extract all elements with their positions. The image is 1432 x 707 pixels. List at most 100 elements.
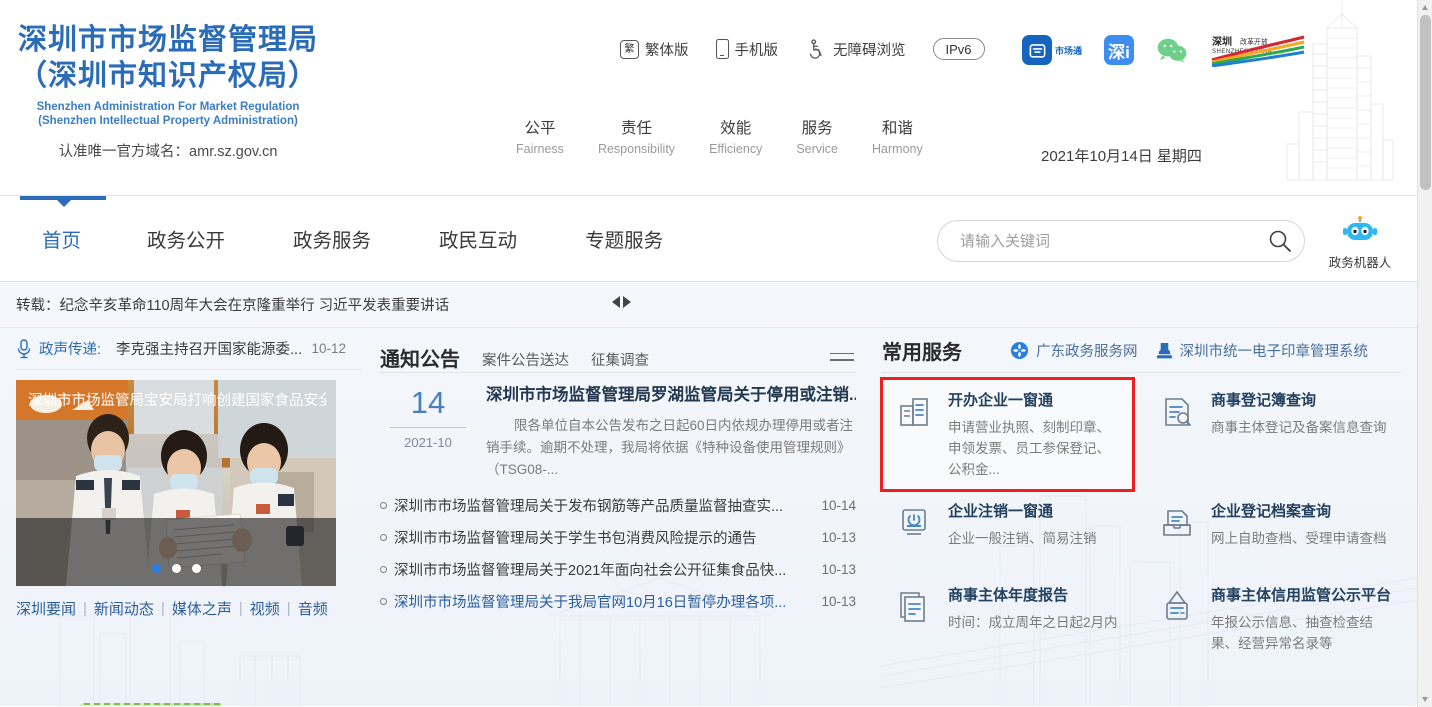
bullet-icon xyxy=(380,566,387,573)
wechat-icon[interactable] xyxy=(1156,37,1188,63)
bullet-icon xyxy=(380,502,387,509)
notice-divider xyxy=(380,372,856,373)
photo-caption-text[interactable]: 深圳市市场监管局宝安局打响创建国家食品安全示范... xyxy=(28,389,326,410)
subnav-sep: | xyxy=(287,600,291,617)
mobile-version-link[interactable]: 手机版 xyxy=(716,39,779,60)
service-card-archive-query[interactable]: 企业登记档案查询 网上自助查档、受理申请查档 xyxy=(1145,490,1401,574)
search-button[interactable] xyxy=(1256,221,1304,261)
traditional-chinese-label: 繁体版 xyxy=(645,39,689,60)
nav-item-government-services[interactable]: 政务服务 xyxy=(259,224,405,253)
ipv6-badge[interactable]: IPv6 xyxy=(933,38,985,60)
voice-tag-label: 政声传递: xyxy=(39,338,101,359)
microphone-icon xyxy=(16,339,32,359)
voice-transmission-row[interactable]: 政声传递: 李克强主持召开国家能源委... 10-12 xyxy=(16,328,362,370)
news-subnav: 深圳要闻 | 新闻动态 | 媒体之声 | 视频 | 音频 xyxy=(16,598,362,619)
building-icon xyxy=(896,391,934,480)
link-eseal-system[interactable]: 深圳市统一电子印章管理系统 xyxy=(1156,340,1369,361)
list-item[interactable]: 深圳市市场监督管理局关于学生书包消费风险提示的通告 10-13 xyxy=(380,521,856,553)
scroll-thumb[interactable] xyxy=(1420,15,1431,190)
value-en: Efficiency xyxy=(709,140,762,158)
ticker-arrows[interactable] xyxy=(612,296,631,308)
nav-item-government-disclosure[interactable]: 政务公开 xyxy=(113,224,259,253)
value-en: Harmony xyxy=(872,140,923,158)
link-eseal-label: 深圳市统一电子印章管理系统 xyxy=(1180,340,1369,361)
notice-item-title[interactable]: 深圳市市场监督管理局关于2021年面向社会公开征集食品快... xyxy=(394,559,811,580)
nav-item-list: 首页 政务公开 政务服务 政民互动 专题服务 xyxy=(22,224,697,253)
traditional-chinese-link[interactable]: 繁 繁体版 xyxy=(620,39,689,60)
nav-item-public-interaction[interactable]: 政民互动 xyxy=(405,224,551,253)
notice-more-button[interactable] xyxy=(830,353,854,366)
service-card-credit-platform[interactable]: 商事主体信用监管公示平台 年报公示信息、抽查检查结果、经营异常名录等 xyxy=(1145,574,1401,664)
nav-item-special-services[interactable]: 专题服务 xyxy=(551,224,697,253)
shichangtong-app-icon[interactable]: 市场通 xyxy=(1022,35,1082,65)
tab-case-announcement[interactable]: 案件公告送达 xyxy=(482,349,569,372)
subnav-sep: | xyxy=(83,600,87,617)
subnav-item-news-updates[interactable]: 新闻动态 xyxy=(94,598,154,619)
service-card-body: 商事主体年度报告 时间：成立周年之日起2月内 xyxy=(948,586,1118,654)
ticker-headline[interactable]: 转载：纪念辛亥革命110周年大会在京隆重举行 习近平发表重要讲话 xyxy=(16,294,449,315)
value-cn: 和谐 xyxy=(872,118,923,140)
ticker-next-icon[interactable] xyxy=(623,296,631,308)
notice-item-title[interactable]: 深圳市市场监督管理局关于学生书包消费风险提示的通告 xyxy=(394,527,811,548)
link-guangdong-gov-service[interactable]: 广东政务服务网 xyxy=(1010,340,1138,361)
service-desc: 申请营业执照、刻制印章、申领发票、员工参保登记、公积金... xyxy=(948,417,1123,480)
promo-banner[interactable] xyxy=(80,703,223,706)
featured-notice-title[interactable]: 深圳市市场监督管理局罗湖监管局关于停用或注销... xyxy=(486,383,856,407)
featured-notice[interactable]: 14 2021-10 深圳市市场监督管理局罗湖监管局关于停用或注销... 限各单… xyxy=(380,383,856,481)
left-column: 政声传递: 李克强主持召开国家能源委... 10-12 xyxy=(0,328,362,664)
service-card-deregistration[interactable]: 企业注销一窗通 企业一般注销、简易注销 xyxy=(882,490,1133,574)
site-search xyxy=(937,220,1305,262)
gov-robot-label: 政务机器人 xyxy=(1315,252,1405,271)
page-scrollbar[interactable] xyxy=(1417,0,1432,707)
search-icon xyxy=(1267,228,1293,254)
shenzhen-china-logo[interactable]: 深圳 改革开放 SHENZHEN CHINA xyxy=(1210,33,1306,67)
traditional-chinese-icon: 繁 xyxy=(620,40,639,59)
service-card-body: 开办企业一窗通 申请营业执照、刻制印章、申领发票、员工参保登记、公积金... xyxy=(948,391,1123,480)
featured-notice-yearmonth: 2021-10 xyxy=(380,435,476,450)
mobile-version-label: 手机版 xyxy=(735,39,779,60)
shichangtong-square xyxy=(1022,35,1052,65)
accessibility-link[interactable]: 无障碍浏览 xyxy=(805,38,906,60)
nav-item-home[interactable]: 首页 xyxy=(22,224,113,253)
featured-photo-carousel[interactable]: 深圳市市场监管局宝安局打响创建国家食品安全示范... xyxy=(16,380,336,586)
notice-item-title[interactable]: 深圳市市场监督管理局关于我局官网10月16日暂停办理各项... xyxy=(394,591,811,612)
subnav-item-media-voice[interactable]: 媒体之声 xyxy=(172,598,232,619)
photo-caption-overlay xyxy=(16,518,336,586)
search-input[interactable] xyxy=(938,233,1256,250)
service-card-registry-query[interactable]: 商事登记簿查询 商事主体登记及备案信息查询 xyxy=(1145,379,1401,490)
service-card-open-business[interactable]: 开办企业一窗通 申请营业执照、刻制印章、申领发票、员工参保登记、公积金... xyxy=(882,379,1133,490)
subnav-sep: | xyxy=(239,600,243,617)
list-item[interactable]: 深圳市市场监督管理局关于2021年面向社会公开征集食品快... 10-13 xyxy=(380,553,856,585)
service-name: 商事主体年度报告 xyxy=(948,586,1118,606)
bullet-icon xyxy=(380,598,387,605)
notice-item-title[interactable]: 深圳市市场监督管理局关于发布钢筋等产品质量监督抽查实... xyxy=(394,495,811,516)
list-item[interactable]: 深圳市市场监督管理局关于发布钢筋等产品质量监督抽查实... 10-14 xyxy=(380,489,856,521)
shenzhen-i-app-icon[interactable]: 深i xyxy=(1104,35,1134,65)
subnav-item-shenzhen-news[interactable]: 深圳要闻 xyxy=(16,598,76,619)
carousel-dot-1[interactable] xyxy=(152,564,161,573)
notice-item-date: 10-13 xyxy=(821,530,856,545)
header-app-logos: 市场通 深i 深圳 改革开放 SHENZHEN CHINA xyxy=(1022,33,1306,67)
gov-robot-button[interactable]: 政务机器人 xyxy=(1315,216,1405,271)
notice-panel: 通知公告 案件公告送达 征集调查 14 2021-10 深圳市市场监督管理局罗湖… xyxy=(362,328,870,664)
site-brand: 深圳市市场监督管理局 （深圳市知识产权局） Shenzhen Administr… xyxy=(18,22,318,161)
subnav-item-audio[interactable]: 音频 xyxy=(298,598,328,619)
service-card-annual-report[interactable]: 商事主体年度报告 时间：成立周年之日起2月内 xyxy=(882,574,1133,664)
subnav-item-video[interactable]: 视频 xyxy=(250,598,280,619)
featured-notice-day: 14 xyxy=(390,385,466,428)
voice-headline[interactable]: 李克强主持召开国家能源委... xyxy=(116,338,304,359)
value-en: Service xyxy=(796,140,838,158)
ticker-prev-icon[interactable] xyxy=(612,296,620,308)
tab-survey-collection[interactable]: 征集调查 xyxy=(591,349,649,372)
scroll-down-icon[interactable] xyxy=(1418,692,1432,707)
featured-notice-body: 深圳市市场监督管理局罗湖监管局关于停用或注销... 限各单位自本公告发布之日起6… xyxy=(486,383,856,481)
brand-title-cn-line1: 深圳市市场监督管理局 xyxy=(18,22,318,58)
value-cn: 服务 xyxy=(796,118,838,140)
carousel-dot-3[interactable] xyxy=(192,564,201,573)
scroll-up-icon[interactable] xyxy=(1418,0,1432,15)
notice-item-date: 10-13 xyxy=(821,562,856,577)
carousel-dot-2[interactable] xyxy=(172,564,181,573)
list-item[interactable]: 深圳市市场监督管理局关于我局官网10月16日暂停办理各项... 10-13 xyxy=(380,585,856,617)
notice-panel-title: 通知公告 xyxy=(380,343,460,372)
main-navigation: 首页 政务公开 政务服务 政民互动 专题服务 xyxy=(0,196,1417,282)
